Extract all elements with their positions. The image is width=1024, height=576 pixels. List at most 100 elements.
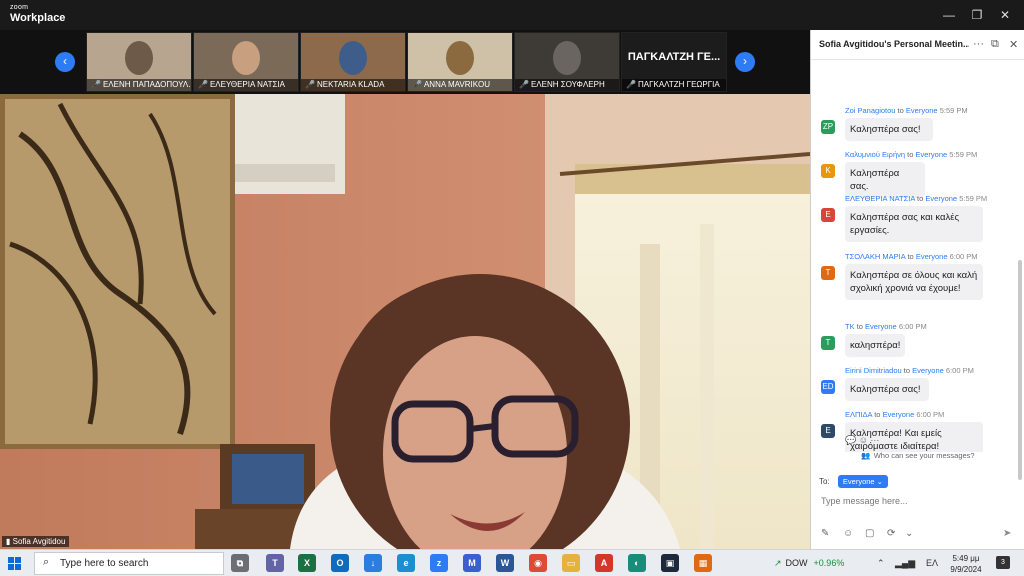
participant-thumbnail[interactable]: 🎤 NEKTARIA KLADA [300, 32, 406, 92]
gallery-next-button[interactable]: › [735, 52, 755, 72]
app4-icon[interactable]: ▦ [694, 554, 712, 572]
participant-thumbnail[interactable]: 🎤 ΕΛΕΝΗ ΣΟΥΦΛΕΡΗ [514, 32, 620, 92]
message-recipient: Everyone [915, 150, 948, 159]
participant-thumbnail[interactable]: 🎤 ΕΛΕΝΗ ΠΑΠΑΔΟΠΟΥΛ... [86, 32, 192, 92]
restore-button[interactable]: ❐ [968, 6, 986, 24]
muted-mic-icon: 🎤 [519, 80, 529, 89]
start-button[interactable] [8, 557, 22, 571]
emoji-icon[interactable]: ☺ [843, 528, 853, 539]
message-time: 5:59 PM [939, 106, 968, 115]
message-meta: ΕΛΠΙΔΑ to Everyone 6:00 PM [845, 410, 944, 419]
gallery-prev-button[interactable]: ‹ [55, 52, 75, 72]
chat-header: Sofia Avgitidou's Personal Meetin... ···… [811, 30, 1024, 60]
message-time: 5:59 PM [949, 150, 978, 159]
message-sender[interactable]: TK [845, 322, 855, 331]
muted-mic-icon: 🎤 [305, 80, 315, 89]
message-to-word: to [897, 106, 904, 115]
participant-name-label: 🎤 ΠΑΓΚΑΛΤΖΗ ΓΕΩΡΓΙΑ [622, 79, 726, 91]
chat-message-input[interactable] [821, 494, 1011, 508]
participant-video [232, 41, 260, 75]
network-icon[interactable]: ▂▄▆ [895, 558, 915, 569]
message-sender[interactable]: Eirini Dimitriadou [845, 366, 902, 375]
send-icon[interactable]: ➤ [1003, 528, 1011, 539]
to-label: To: [819, 477, 830, 486]
participant-video [125, 41, 153, 75]
chat-toolbar: ✎ ☺ ▢ ⟳ ⌄ [811, 528, 1024, 544]
message-time: 5:59 PM [959, 194, 988, 203]
tray-overflow-icon[interactable]: ⌃ [877, 558, 885, 569]
who-can-see-link[interactable]: 👥 Who can see your messages? [811, 451, 1024, 460]
title-bar: zoom Workplace — ❐ ✕ [0, 0, 1024, 30]
clock-time: 5:49 μμ [952, 554, 980, 563]
message-recipient: Everyone [865, 322, 897, 331]
app2-icon[interactable]: ◐ [628, 554, 646, 572]
participant-video [553, 41, 581, 75]
stock-ticker[interactable]: ↗ DOW +0.96% [774, 558, 844, 569]
message-meta: TK to Everyone 6:00 PM [845, 322, 927, 331]
message-meta: Zoi Panagiotou to Everyone 5:59 PM [845, 106, 968, 115]
task-view-icon[interactable]: ⧉ [231, 554, 249, 572]
file-icon[interactable]: ▢ [865, 528, 874, 539]
recipient-dropdown[interactable]: Everyone ⌄ [837, 475, 888, 488]
avatar: ZP [821, 120, 835, 134]
message-bubble: Καλησπέρα σας! [845, 118, 933, 141]
brand-big: Workplace [10, 12, 66, 24]
message-sender[interactable]: Καλυμνιού Ειρήνη [845, 150, 905, 159]
word-icon[interactable]: W [496, 554, 514, 572]
close-button[interactable]: ✕ [996, 6, 1014, 24]
participant-thumbnail[interactable]: 🎤 ΕΛΕΥΘΕΡΙΑ ΝΑΤΣΙΑ [193, 32, 299, 92]
participant-thumbnail[interactable]: 🎤 ANNA MAVRIKOU [407, 32, 513, 92]
clock-date: 9/9/2024 [950, 565, 982, 574]
taskbar-clock[interactable]: 5:49 μμ 9/9/2024 [946, 553, 986, 575]
outlook-icon[interactable]: O [331, 554, 349, 572]
message-recipient: Everyone [912, 366, 944, 375]
message-reactions[interactable]: 💬 ☺ ··· [845, 435, 879, 446]
excel-icon[interactable]: X [298, 554, 316, 572]
participant-video [446, 41, 474, 75]
explorer-icon[interactable]: ▭ [562, 554, 580, 572]
participant-thumbnail[interactable]: ΠΑΓΚΑΛΤΖΗ ΓΕ... 🎤 ΠΑΓΚΑΛΤΖΗ ΓΕΩΡΓΙΑ [621, 32, 727, 92]
speaker-name-label: ▮ Sofia Avgitidou [2, 536, 70, 547]
app-icon[interactable]: M [463, 554, 481, 572]
chrome-icon[interactable]: ◉ [529, 554, 547, 572]
windows-logo-icon-part [15, 564, 21, 570]
ticker-name: DOW [785, 558, 808, 568]
message-sender[interactable]: ΕΛΕΥΘΕΡΙΑ ΝΑΤΣΙΑ [845, 194, 915, 203]
language-indicator[interactable]: ΕΛ [926, 558, 938, 568]
teams-icon[interactable]: T [266, 554, 284, 572]
popout-icon[interactable]: ⧉ [991, 38, 999, 51]
message-sender[interactable]: Zoi Panagiotou [845, 106, 895, 115]
more-icon[interactable]: ··· [973, 38, 984, 50]
zoom-app: zoom Workplace — ❐ ✕ ‹ 🎤 ΕΛΕΝΗ ΠΑΠΑΔΟΠΟΥΛ… [0, 0, 1024, 549]
chat-scrollbar[interactable] [1018, 260, 1022, 480]
search-placeholder: Type here to search [60, 558, 149, 569]
message-recipient: Everyone [905, 106, 938, 115]
participant-name: ΕΛΕΥΘΕΡΙΑ ΝΑΤΣΙΑ [209, 80, 286, 89]
format-icon[interactable]: ✎ [821, 528, 829, 539]
speaker-video-image [0, 94, 810, 549]
participant-name-label: 🎤 ΕΛΕΥΘΕΡΙΑ ΝΑΤΣΙΑ [194, 79, 298, 91]
message-sender[interactable]: ΕΛΠΙΔΑ [845, 410, 872, 419]
acrobat-icon[interactable]: A [595, 554, 613, 572]
avatar: T [821, 266, 835, 280]
zoom-icon[interactable]: z [430, 554, 448, 572]
windows-logo-icon [8, 557, 14, 563]
message-sender[interactable]: ΤΣΟΛΑΚΗ ΜΑΡΙΑ [845, 252, 905, 261]
signal-icon: ▮ [6, 537, 11, 546]
chat-close-icon[interactable]: ✕ [1009, 38, 1018, 51]
speaker-name: Sofia Avgitidou [12, 537, 66, 546]
main-video: ▮ Sofia Avgitidou [0, 94, 810, 549]
avatar: ED [821, 380, 835, 394]
notification-icon[interactable]: 3 [996, 556, 1010, 569]
more-options-icon[interactable]: ⌄ [905, 528, 913, 539]
taskbar-search-box[interactable]: ⌕ Type here to search [34, 552, 224, 575]
app3-icon[interactable]: ▣ [661, 554, 679, 572]
message-bubble: Καλησπέρα σε όλους και καλή σχολική χρον… [845, 264, 983, 300]
edge-icon[interactable]: e [397, 554, 415, 572]
participant-name-label: 🎤 ΕΛΕΝΗ ΠΑΠΑΔΟΠΟΥΛ... [87, 79, 191, 91]
download-icon[interactable]: ↓ [364, 554, 382, 572]
chat-panel: Sofia Avgitidou's Personal Meetin... ···… [810, 30, 1024, 549]
minimize-button[interactable]: — [940, 6, 958, 24]
screenshot-icon[interactable]: ⟳ [887, 528, 895, 539]
message-recipient: Everyone [915, 252, 948, 261]
